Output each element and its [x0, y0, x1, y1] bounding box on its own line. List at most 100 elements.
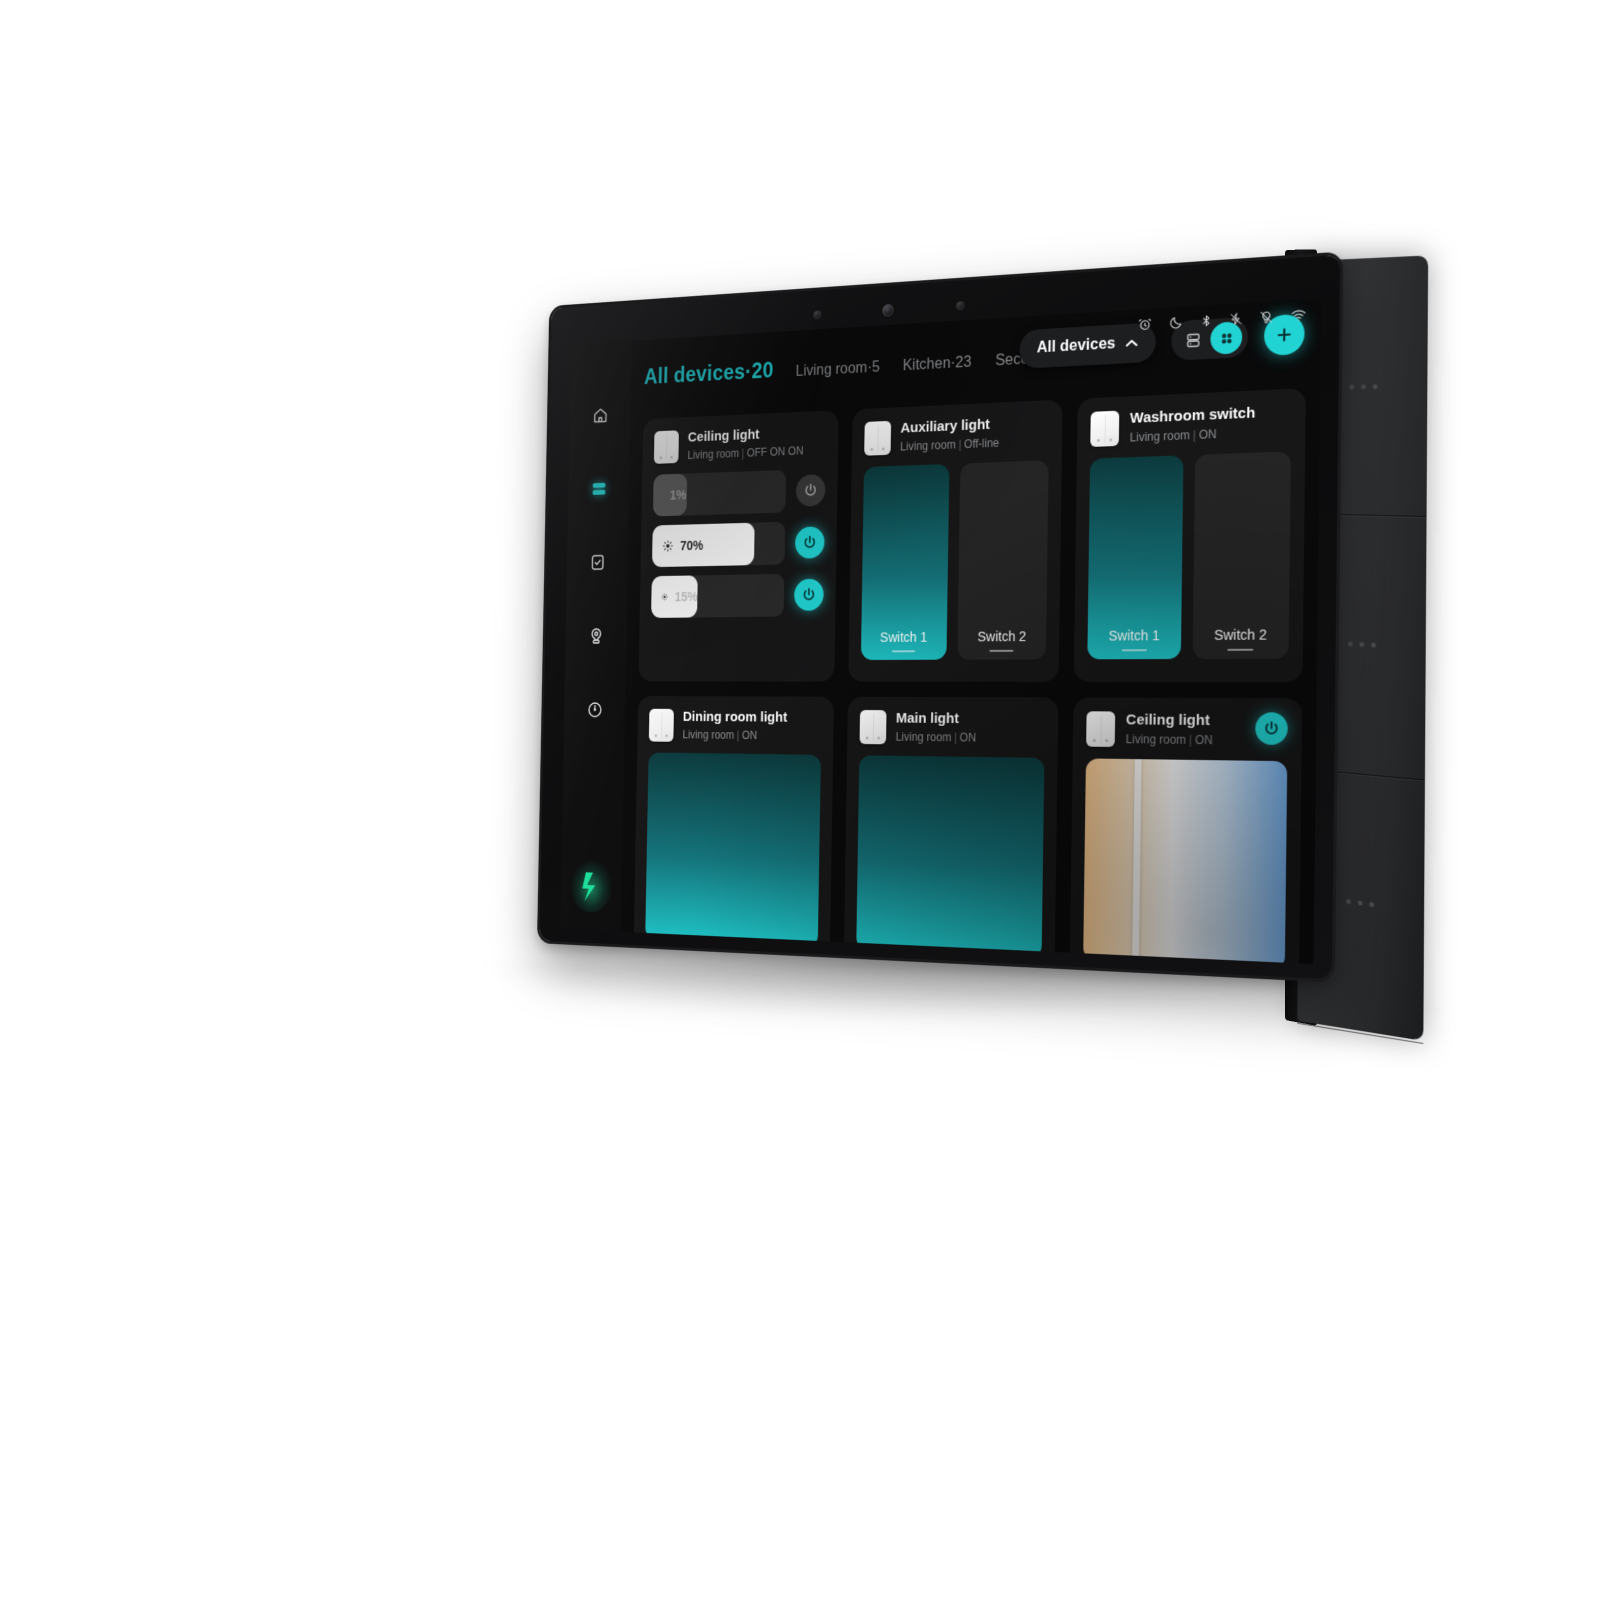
temperature-handle[interactable]	[1132, 759, 1143, 963]
device-card-auxiliary-light[interactable]: Auxiliary light Living room | Off-line Swi…	[847, 399, 1063, 682]
dimmer-row-2: 70%	[651, 521, 825, 568]
switch-tile-1[interactable]: Switch 1	[860, 463, 950, 660]
brightness-panel[interactable]	[855, 755, 1045, 959]
card-meta: Main light Living room | ON	[895, 710, 976, 744]
switch-panel-icon	[1086, 711, 1116, 747]
card-power-button[interactable]	[1255, 712, 1288, 745]
brightness-slider-3[interactable]: 15%	[651, 573, 785, 618]
switch-tiles: Switch 1 Switch 2	[860, 460, 1049, 660]
switch-tile-1[interactable]: Switch 1	[1087, 455, 1184, 660]
device-subtitle: Living room | ON	[1129, 427, 1217, 445]
power-button-1[interactable]	[795, 474, 826, 507]
device-card-main-light[interactable]: Main light Living room | ON	[843, 696, 1059, 965]
list-view-icon	[1184, 331, 1201, 349]
main-content: All devices All devices·20 Living room·5…	[621, 298, 1321, 965]
device-subtitle: Living room | OFF ON ON	[687, 444, 804, 462]
brightness-value-2: 70%	[680, 537, 704, 553]
device-card-dining-room-light[interactable]: Dining room light Living room | ON	[633, 696, 834, 965]
card-meta: Washroom switch Living room | ON	[1130, 405, 1256, 445]
device-name: Ceiling light	[1125, 711, 1210, 730]
switch-tile-label: Switch 2	[977, 628, 1027, 645]
power-icon	[802, 482, 818, 499]
sidebar-item-home[interactable]	[581, 393, 618, 436]
tile-indicator	[989, 649, 1014, 652]
switch-tile-label: Switch 2	[1213, 626, 1267, 643]
color-temperature-slider[interactable]	[1083, 758, 1288, 965]
scene-root: All devices All devices·20 Living room·5…	[0, 0, 1600, 1600]
device-room: Living room	[687, 447, 740, 462]
switch-panel-icon	[859, 709, 887, 745]
card-meta: Ceiling light Living room | OFF ON ON	[687, 425, 803, 462]
device-room: Living room	[1125, 732, 1187, 748]
power-icon	[801, 586, 817, 603]
power-icon	[1262, 719, 1280, 737]
device-subtitle: Living room | ON	[682, 728, 758, 743]
bulb-off-icon	[1259, 309, 1273, 325]
room-tabs: All devices·20 Living room·5 Kitchen·23 …	[644, 341, 1076, 390]
brightness-icon	[662, 539, 674, 552]
camera-icon	[587, 626, 604, 645]
device-name: Ceiling light	[687, 426, 760, 446]
device-name: Main light	[895, 710, 959, 727]
card-meta: Auxiliary light Living room | Off-line	[900, 416, 1000, 454]
device-status: ON	[1198, 427, 1217, 443]
brightness-value-3: 15%	[674, 589, 698, 605]
device-card-ceiling-light-dimmer[interactable]: Ceiling light Living room | OFF ON ON 1%…	[638, 410, 839, 682]
proximity-sensor-icon	[813, 310, 822, 319]
device-room: Living room	[895, 730, 952, 745]
switch-tile-2[interactable]: Switch 2	[957, 460, 1049, 660]
do-not-disturb-moon-icon	[1169, 315, 1184, 331]
switch-tiles: Switch 1 Switch 2	[1087, 451, 1291, 660]
switch-panel-icon	[648, 708, 674, 742]
device-card-ceiling-light-temp[interactable]: Ceiling light Living room | ON	[1069, 697, 1303, 965]
devices-icon	[590, 479, 606, 498]
sidebar	[560, 340, 632, 932]
device-room: Living room	[900, 438, 956, 454]
panel-dots-icon	[1346, 899, 1375, 908]
chevron-up-icon	[1125, 338, 1139, 349]
brightness-panel[interactable]	[645, 752, 821, 948]
grid-view-icon	[1221, 332, 1232, 344]
tab-kitchen[interactable]: Kitchen·23	[903, 354, 972, 375]
device-name: Dining room light	[682, 708, 788, 726]
light-sensor-icon	[956, 300, 965, 310]
power-button-2[interactable]	[794, 526, 825, 559]
device-name: Washroom switch	[1129, 404, 1256, 427]
panel-dots-icon	[1347, 641, 1376, 648]
card-header: Ceiling light Living room | ON	[1086, 711, 1288, 749]
sidebar-item-camera[interactable]	[577, 615, 614, 657]
checklist-icon	[589, 552, 606, 571]
device-status: Off-line	[963, 436, 1000, 452]
brand-logo	[569, 859, 613, 914]
sidebar-item-music[interactable]	[576, 689, 614, 731]
device-subtitle: Living room | Off-line	[900, 436, 1000, 454]
brightness-value-1: 1%	[669, 487, 687, 503]
card-header: Ceiling light Living room | OFF ON ON	[653, 424, 826, 464]
device-room: Living room	[682, 728, 735, 742]
card-header: Washroom switch Living room | ON	[1090, 403, 1292, 447]
panel-dots-icon	[1349, 383, 1378, 390]
device-card-washroom-switch[interactable]: Washroom switch Living room | ON Switch 1	[1074, 388, 1306, 683]
alarm-clock-icon	[1138, 317, 1153, 333]
tab-all-devices[interactable]: All devices·20	[644, 358, 774, 390]
sidebar-item-devices[interactable]	[580, 467, 617, 509]
dimmer-row-3: 15%	[651, 573, 824, 618]
device-status: ON	[1194, 733, 1213, 748]
brightness-slider-1[interactable]: 1%	[652, 469, 786, 517]
tab-living-room[interactable]: Living room·5	[796, 359, 880, 380]
device-grid: Ceiling light Living room | OFF ON ON 1%…	[633, 388, 1306, 965]
device-subtitle: Living room | ON	[1125, 732, 1213, 748]
power-button-3[interactable]	[793, 578, 824, 611]
sidebar-item-scenes[interactable]	[579, 541, 616, 583]
card-header: Main light Living room | ON	[859, 709, 1045, 746]
dimmer-row-1: 1%	[652, 468, 826, 517]
all-devices-dropdown[interactable]: All devices	[1019, 322, 1157, 369]
aurora-logo-icon	[582, 872, 596, 902]
power-icon	[802, 534, 818, 551]
flash-off-icon	[1229, 311, 1242, 327]
all-devices-dropdown-label: All devices	[1036, 335, 1116, 357]
brightness-icon	[661, 590, 668, 603]
device-status: ON	[741, 728, 758, 743]
switch-tile-2[interactable]: Switch 2	[1192, 451, 1291, 659]
brightness-slider-2[interactable]: 70%	[651, 521, 785, 568]
